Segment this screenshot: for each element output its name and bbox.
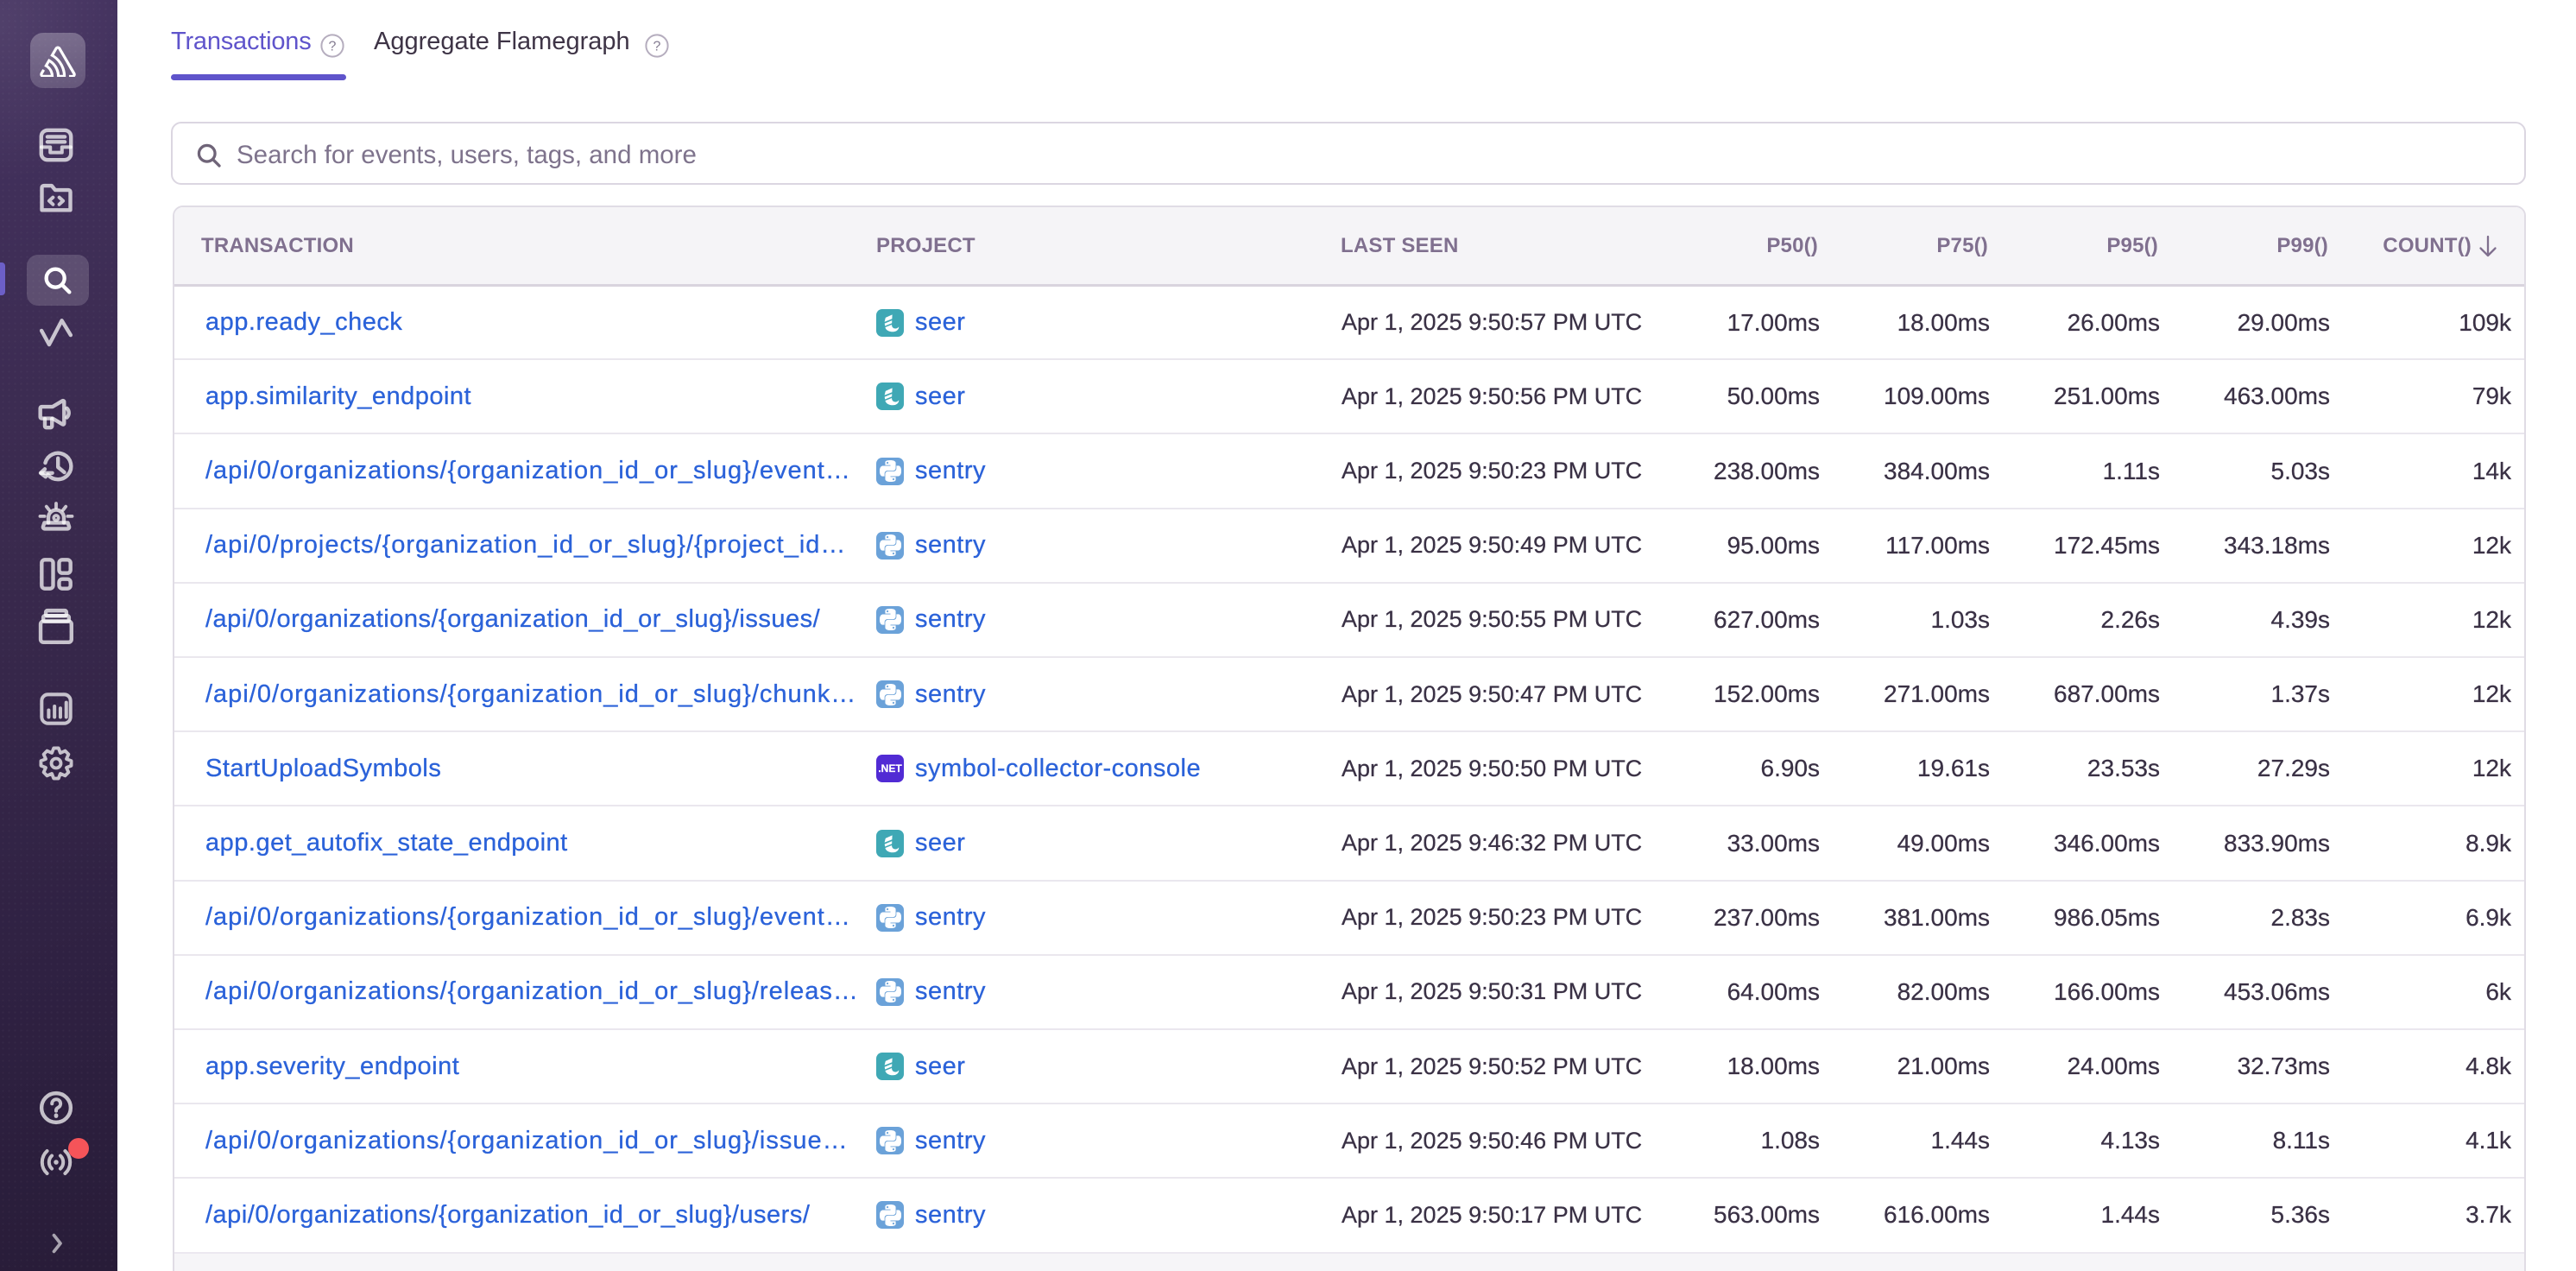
svg-text:?: ? <box>329 40 337 54</box>
svg-text:?: ? <box>653 40 661 54</box>
